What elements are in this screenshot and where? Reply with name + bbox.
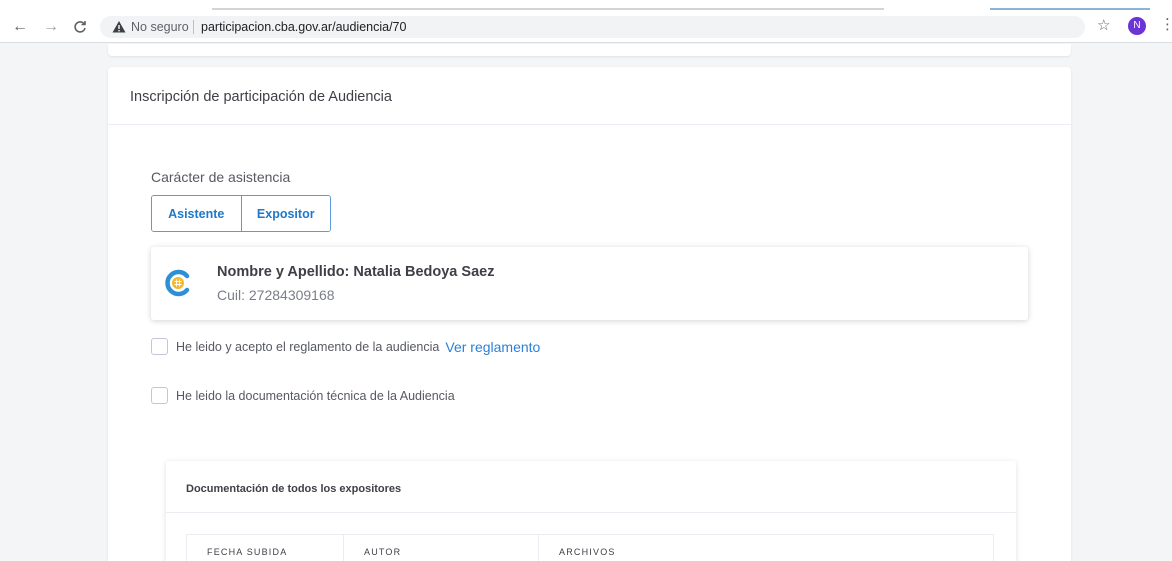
expositor-button[interactable]: Expositor — [240, 196, 330, 231]
organization-logo-icon — [165, 269, 190, 297]
user-cuil: Cuil: 27284309168 — [217, 287, 335, 303]
card-title: Inscripción de participación de Audienci… — [130, 89, 392, 105]
asistente-button[interactable]: Asistente — [152, 196, 241, 231]
user-info-card: Nombre y Apellido: Natalia Bedoya Saez C… — [151, 247, 1028, 320]
attendance-label: Carácter de asistencia — [151, 169, 291, 185]
attendance-toggle: Asistente Expositor — [151, 195, 331, 232]
security-status[interactable]: No seguro — [131, 20, 189, 34]
address-separator — [193, 20, 194, 34]
reglamento-checkbox[interactable] — [151, 338, 168, 355]
back-arrow-icon[interactable]: ← — [10, 17, 30, 37]
documents-header: Documentación de todos los expositores — [166, 461, 1016, 513]
browser-toolbar: ← → No seguro participacion.cba.gov.ar/a… — [0, 0, 1172, 43]
documentacion-checkbox[interactable] — [151, 387, 168, 404]
reglamento-check-label: He leido y acepto el reglamento de la au… — [176, 339, 440, 354]
column-header-archivos[interactable]: ARCHIVOS — [539, 535, 993, 561]
address-bar[interactable]: No seguro participacion.cba.gov.ar/audie… — [100, 16, 1085, 38]
registration-card: Inscripción de participación de Audienci… — [108, 67, 1071, 561]
warning-icon — [112, 21, 126, 33]
tab-strip-divider — [212, 8, 884, 10]
previous-card — [108, 44, 1071, 56]
reglamento-check-row: He leido y acepto el reglamento de la au… — [151, 338, 540, 355]
forward-arrow-icon[interactable]: → — [41, 17, 61, 37]
column-header-fecha[interactable]: FECHA SUBIDA — [187, 535, 344, 561]
tab-strip-active-indicator — [990, 8, 1150, 10]
more-menu-icon[interactable]: ⋮ — [1160, 16, 1172, 34]
star-icon[interactable]: ☆ — [1097, 17, 1110, 35]
ver-reglamento-link[interactable]: Ver reglamento — [445, 339, 540, 355]
url-text[interactable]: participacion.cba.gov.ar/audiencia/70 — [201, 20, 406, 34]
documents-title: Documentación de todos los expositores — [186, 483, 402, 495]
user-name: Nombre y Apellido: Natalia Bedoya Saez — [217, 264, 495, 280]
column-header-autor[interactable]: AUTOR — [344, 535, 539, 561]
avatar[interactable]: N — [1128, 17, 1146, 35]
card-header: Inscripción de participación de Audienci… — [108, 67, 1071, 125]
documents-card: Documentación de todos los expositores F… — [166, 461, 1016, 561]
documents-table: FECHA SUBIDA AUTOR ARCHIVOS — [186, 534, 994, 561]
reload-icon[interactable] — [70, 17, 90, 37]
documentacion-check-row: He leido la documentación técnica de la … — [151, 387, 455, 404]
documentacion-check-label: He leido la documentación técnica de la … — [176, 388, 455, 403]
